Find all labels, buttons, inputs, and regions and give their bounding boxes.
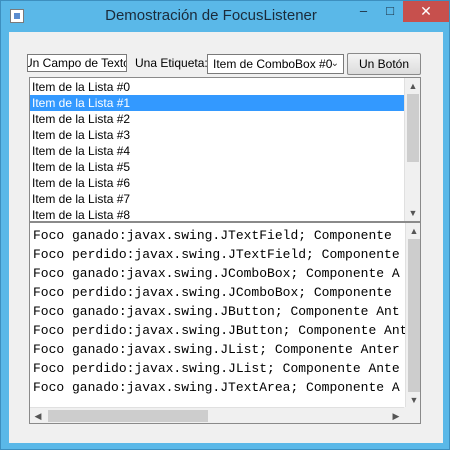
list-item[interactable]: Item de la Lista #6: [30, 175, 404, 191]
list-item[interactable]: Item de la Lista #3: [30, 127, 404, 143]
list-vertical-scrollbar[interactable]: ▲ ▼: [404, 78, 420, 221]
log-line: Foco ganado:javax.swing.JList; Component…: [33, 342, 400, 357]
scroll-left-arrow-icon[interactable]: ◀: [30, 408, 46, 423]
java-app-icon[interactable]: [10, 9, 24, 23]
list-scroll-thumb[interactable]: [407, 94, 419, 162]
log-line: Foco ganado:javax.swing.JTextArea; Compo…: [33, 380, 400, 395]
label: Una Etiqueta:: [135, 56, 208, 70]
window-title: Demostración de FocusListener: [105, 7, 317, 24]
list-item[interactable]: Item de la Lista #0: [30, 79, 404, 95]
log-line: Foco perdido:javax.swing.JButton; Compon…: [33, 323, 408, 338]
event-log-textarea[interactable]: Foco ganado:javax.swing.JTextField; Comp…: [29, 222, 421, 424]
log-line: Foco perdido:javax.swing.JList; Componen…: [33, 361, 400, 376]
app-window: Demostración de FocusListener – □ ✕ Un C…: [0, 0, 450, 450]
button[interactable]: Un Botón: [347, 53, 421, 75]
scroll-up-arrow-icon[interactable]: ▲: [406, 223, 420, 239]
list-item[interactable]: Item de la Lista #7: [30, 191, 404, 207]
close-button[interactable]: ✕: [403, 1, 449, 22]
textarea-vertical-scroll-thumb[interactable]: [408, 239, 420, 392]
log-line: Foco perdido:javax.swing.JComboBox; Comp…: [33, 285, 392, 300]
chevron-down-icon[interactable]: ⌄: [331, 55, 339, 73]
scroll-down-arrow-icon[interactable]: ▼: [405, 205, 420, 221]
item-list[interactable]: Item de la Lista #0 Item de la Lista #1 It…: [29, 77, 421, 222]
list-item[interactable]: Item de la Lista #4: [30, 143, 404, 159]
minimize-button[interactable]: –: [350, 1, 377, 22]
list-item[interactable]: Item de la Lista #5: [30, 159, 404, 175]
scroll-right-arrow-icon[interactable]: ▶: [388, 408, 404, 423]
text-field-value: Un Campo de Texto: [27, 56, 127, 70]
content-pane: Un Campo de Texto Una Etiqueta: Item de …: [9, 32, 443, 443]
text-field[interactable]: Un Campo de Texto: [27, 54, 127, 72]
title-bar[interactable]: Demostración de FocusListener – □ ✕: [1, 1, 449, 31]
log-line: Foco ganado:javax.swing.JComboBox; Compo…: [33, 266, 400, 281]
list-item[interactable]: Item de la Lista #2: [30, 111, 404, 127]
textarea-horizontal-scrollbar[interactable]: ◀ ▶: [30, 407, 405, 423]
scroll-up-arrow-icon[interactable]: ▲: [405, 78, 420, 94]
scrollbar-corner: [404, 407, 420, 423]
combo-box[interactable]: Item de ComboBox #0 ⌄: [207, 54, 344, 74]
list-item[interactable]: Item de la Lista #8: [30, 207, 404, 221]
log-line: Foco ganado:javax.swing.JTextField; Comp…: [33, 228, 392, 243]
log-line: Foco perdido:javax.swing.JTextField; Com…: [33, 247, 400, 262]
log-line: Foco ganado:javax.swing.JButton; Compone…: [33, 304, 400, 319]
textarea-horizontal-scroll-thumb[interactable]: [48, 410, 208, 422]
scroll-down-arrow-icon[interactable]: ▼: [406, 392, 420, 408]
combo-selected-value: Item de ComboBox #0: [213, 57, 333, 71]
textarea-vertical-scrollbar[interactable]: ▲ ▼: [405, 223, 420, 408]
list-item[interactable]: Item de la Lista #1: [30, 95, 404, 111]
maximize-button[interactable]: □: [377, 1, 403, 22]
